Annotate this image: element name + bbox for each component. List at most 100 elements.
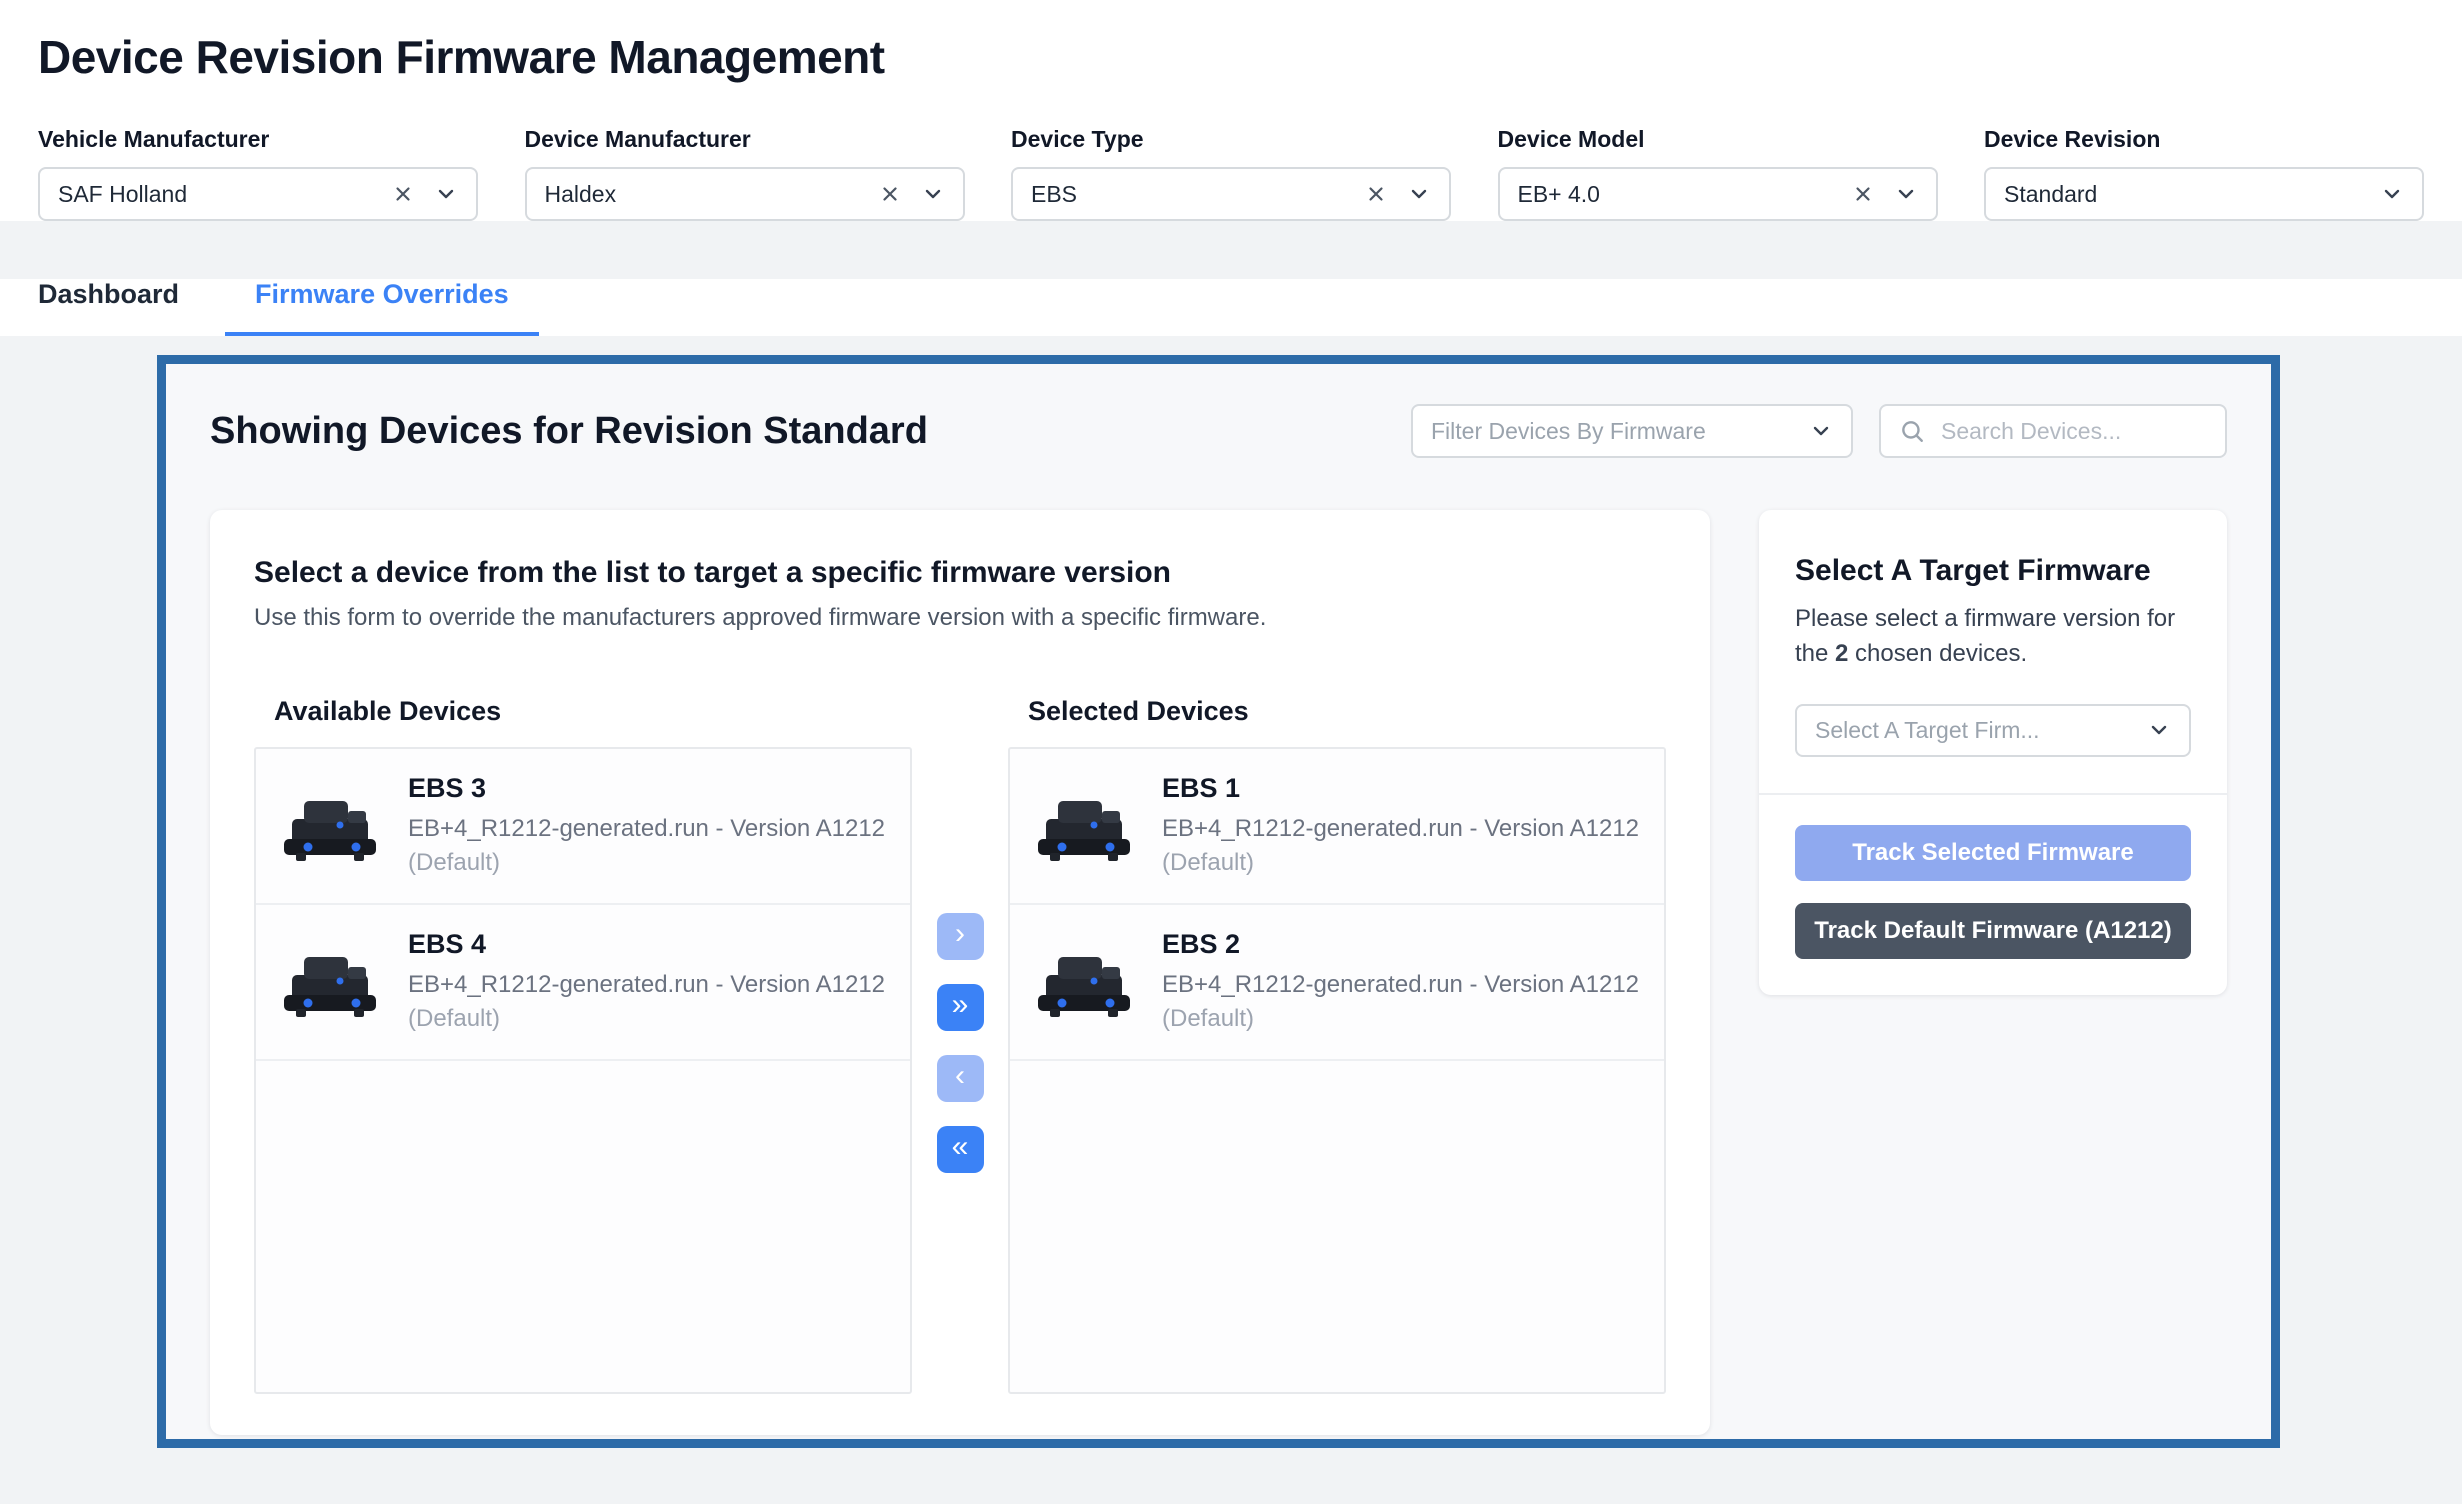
page-header: Device Revision Firmware Management Vehi… <box>0 0 2462 221</box>
chevron-down-icon[interactable] <box>1809 419 1833 443</box>
device-type-value: EBS <box>1031 181 1365 208</box>
filter-device-type: Device Type EBS <box>1011 126 1451 221</box>
device-list-item[interactable]: EBS 1 EB+4_R1212-generated.run - Version… <box>1010 749 1664 905</box>
device-transfer-card: Select a device from the list to target … <box>210 510 1710 1435</box>
clear-icon[interactable] <box>879 183 901 205</box>
device-revision-value: Standard <box>2004 181 2380 208</box>
device-model-value: EB+ 4.0 <box>1518 181 1852 208</box>
target-firmware-description: Please select a firmware version for the… <box>1795 602 2191 672</box>
tab-bar: Dashboard Firmware Overrides <box>0 279 2462 336</box>
tab-dashboard[interactable]: Dashboard <box>38 279 179 336</box>
vehicle-manufacturer-label: Vehicle Manufacturer <box>38 126 478 153</box>
target-firmware-card: Select A Target Firmware Please select a… <box>1759 510 2227 995</box>
firmware-overrides-panel: Showing Devices for Revision Standard Fi… <box>157 355 2280 1448</box>
device-image <box>1032 785 1136 867</box>
transfer-title: Select a device from the list to target … <box>254 556 1666 590</box>
transfer-columns: Available Devices EBS 3 EB+4_R1212-gener… <box>254 696 1666 1394</box>
vehicle-manufacturer-value: SAF Holland <box>58 181 392 208</box>
device-firmware-text: EB+4_R1212-generated.run - Version A1212 <box>1162 971 1639 998</box>
clear-icon[interactable] <box>1852 183 1874 205</box>
selected-devices-column: Selected Devices EBS 1 EB+4_R1212-genera… <box>1008 696 1666 1394</box>
device-manufacturer-value: Haldex <box>545 181 879 208</box>
firmware-filter-placeholder: Filter Devices By Firmware <box>1431 418 1809 445</box>
search-icon <box>1899 418 1925 444</box>
chevron-down-icon[interactable] <box>921 182 945 206</box>
filter-device-model: Device Model EB+ 4.0 <box>1498 126 1938 221</box>
track-selected-firmware-button[interactable]: Track Selected Firmware <box>1795 825 2191 881</box>
device-info: EBS 3 EB+4_R1212-generated.run - Version… <box>408 773 885 879</box>
transfer-subtitle: Use this form to override the manufactur… <box>254 604 1666 632</box>
vehicle-manufacturer-select[interactable]: SAF Holland <box>38 167 478 221</box>
target-firmware-placeholder: Select A Target Firm... <box>1815 717 2147 744</box>
chevron-down-icon[interactable] <box>434 182 458 206</box>
target-firmware-body: Select A Target Firmware Please select a… <box>1759 510 2227 793</box>
available-devices-list: EBS 3 EB+4_R1212-generated.run - Version… <box>254 747 912 1394</box>
page-title: Device Revision Firmware Management <box>38 30 2424 84</box>
move-all-left-button[interactable]: « <box>937 1126 984 1173</box>
device-default-label: (Default) <box>1162 846 1639 880</box>
device-type-select[interactable]: EBS <box>1011 167 1451 221</box>
tab-firmware-overrides[interactable]: Firmware Overrides <box>225 279 539 336</box>
move-all-right-button[interactable]: » <box>937 984 984 1031</box>
device-manufacturer-label: Device Manufacturer <box>525 126 965 153</box>
device-list-item[interactable]: EBS 4 EB+4_R1212-generated.run - Version… <box>256 905 910 1061</box>
target-firmware-footer: Track Selected Firmware Track Default Fi… <box>1759 793 2227 995</box>
device-revision-select[interactable]: Standard <box>1984 167 2424 221</box>
search-input[interactable] <box>1939 417 2207 446</box>
device-info: EBS 1 EB+4_R1212-generated.run - Version… <box>1162 773 1639 879</box>
device-firmware: EB+4_R1212-generated.run - Version A1212… <box>1162 812 1639 879</box>
target-firmware-select[interactable]: Select A Target Firm... <box>1795 704 2191 757</box>
device-name: EBS 3 <box>408 773 885 804</box>
target-firmware-title: Select A Target Firmware <box>1795 554 2191 588</box>
available-devices-header: Available Devices <box>274 696 912 727</box>
chevron-down-icon[interactable] <box>2147 718 2171 742</box>
device-revision-label: Device Revision <box>1984 126 2424 153</box>
available-devices-column: Available Devices EBS 3 EB+4_R1212-gener… <box>254 696 912 1394</box>
chosen-device-count: 2 <box>1835 640 1848 667</box>
device-firmware-text: EB+4_R1212-generated.run - Version A1212 <box>408 815 885 842</box>
device-image <box>278 785 382 867</box>
device-name: EBS 2 <box>1162 929 1639 960</box>
selected-devices-list: EBS 1 EB+4_R1212-generated.run - Version… <box>1008 747 1666 1394</box>
device-image <box>278 941 382 1023</box>
device-image <box>1032 941 1136 1023</box>
filter-row: Vehicle Manufacturer SAF Holland Device … <box>38 126 2424 221</box>
device-list-item[interactable]: EBS 2 EB+4_R1212-generated.run - Version… <box>1010 905 1664 1061</box>
chevron-down-icon[interactable] <box>1894 182 1918 206</box>
chevron-down-icon[interactable] <box>1407 182 1431 206</box>
panel-body: Select a device from the list to target … <box>210 510 2227 1435</box>
device-firmware: EB+4_R1212-generated.run - Version A1212… <box>408 968 885 1035</box>
device-model-label: Device Model <box>1498 126 1938 153</box>
selected-devices-header: Selected Devices <box>1028 696 1666 727</box>
device-search[interactable] <box>1879 404 2227 458</box>
clear-icon[interactable] <box>392 183 414 205</box>
transfer-controls: › » ‹ « <box>912 913 1008 1394</box>
device-name: EBS 1 <box>1162 773 1639 804</box>
filter-device-revision: Device Revision Standard <box>1984 126 2424 221</box>
device-firmware: EB+4_R1212-generated.run - Version A1212… <box>408 812 885 879</box>
panel-controls: Filter Devices By Firmware <box>1411 404 2227 458</box>
device-default-label: (Default) <box>408 846 885 880</box>
move-left-button[interactable]: ‹ <box>937 1055 984 1102</box>
device-info: EBS 4 EB+4_R1212-generated.run - Version… <box>408 929 885 1035</box>
panel-title: Showing Devices for Revision Standard <box>210 410 928 453</box>
firmware-filter-dropdown[interactable]: Filter Devices By Firmware <box>1411 404 1853 458</box>
chevron-down-icon[interactable] <box>2380 182 2404 206</box>
filter-vehicle-manufacturer: Vehicle Manufacturer SAF Holland <box>38 126 478 221</box>
track-default-firmware-button[interactable]: Track Default Firmware (A1212) <box>1795 903 2191 959</box>
device-default-label: (Default) <box>1162 1002 1639 1036</box>
content-area: Showing Devices for Revision Standard Fi… <box>0 336 2462 1504</box>
device-list-item[interactable]: EBS 3 EB+4_R1212-generated.run - Version… <box>256 749 910 905</box>
device-default-label: (Default) <box>408 1002 885 1036</box>
device-manufacturer-select[interactable]: Haldex <box>525 167 965 221</box>
device-info: EBS 2 EB+4_R1212-generated.run - Version… <box>1162 929 1639 1035</box>
filter-device-manufacturer: Device Manufacturer Haldex <box>525 126 965 221</box>
device-firmware: EB+4_R1212-generated.run - Version A1212… <box>1162 968 1639 1035</box>
device-firmware-text: EB+4_R1212-generated.run - Version A1212 <box>1162 815 1639 842</box>
clear-icon[interactable] <box>1365 183 1387 205</box>
move-right-button[interactable]: › <box>937 913 984 960</box>
description-suffix: chosen devices. <box>1848 640 2027 667</box>
device-name: EBS 4 <box>408 929 885 960</box>
device-model-select[interactable]: EB+ 4.0 <box>1498 167 1938 221</box>
device-type-label: Device Type <box>1011 126 1451 153</box>
